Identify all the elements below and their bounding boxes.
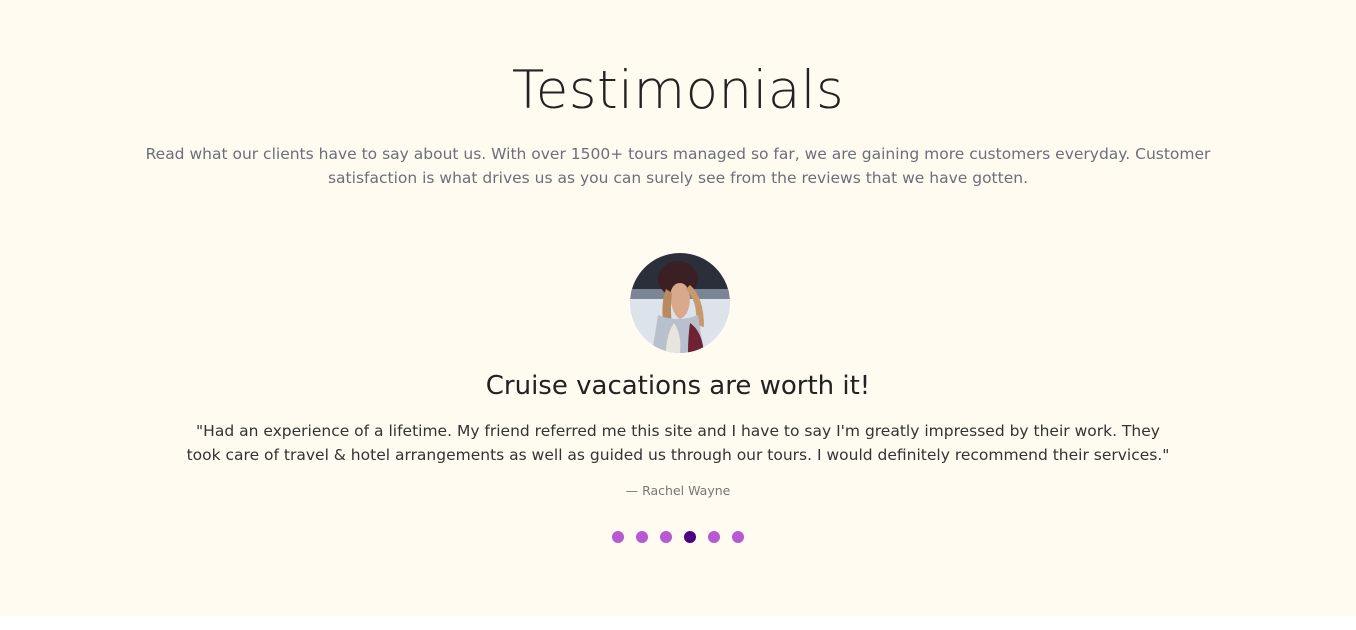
section-intro: Read what our clients have to say about … (145, 145, 1211, 187)
testimonial-author: — Rachel Wayne (625, 483, 731, 498)
carousel-dot-1[interactable] (612, 531, 624, 543)
reviewer-avatar (630, 253, 730, 353)
testimonial-quote: "Had an experience of a lifetime. My fri… (186, 422, 1170, 464)
carousel-dot-4[interactable] (684, 531, 696, 543)
carousel-dot-6[interactable] (732, 531, 744, 543)
carousel-dot-3[interactable] (660, 531, 672, 543)
reviewer-photo (630, 253, 730, 353)
testimonials-section: Testimonials Read what our clients have … (0, 0, 1356, 616)
carousel-dot-5[interactable] (708, 531, 720, 543)
testimonial-title: Cruise vacations are worth it! (485, 371, 871, 401)
carousel-pagination (0, 531, 1356, 543)
carousel-dot-2[interactable] (636, 531, 648, 543)
section-heading: Testimonials (511, 60, 845, 121)
